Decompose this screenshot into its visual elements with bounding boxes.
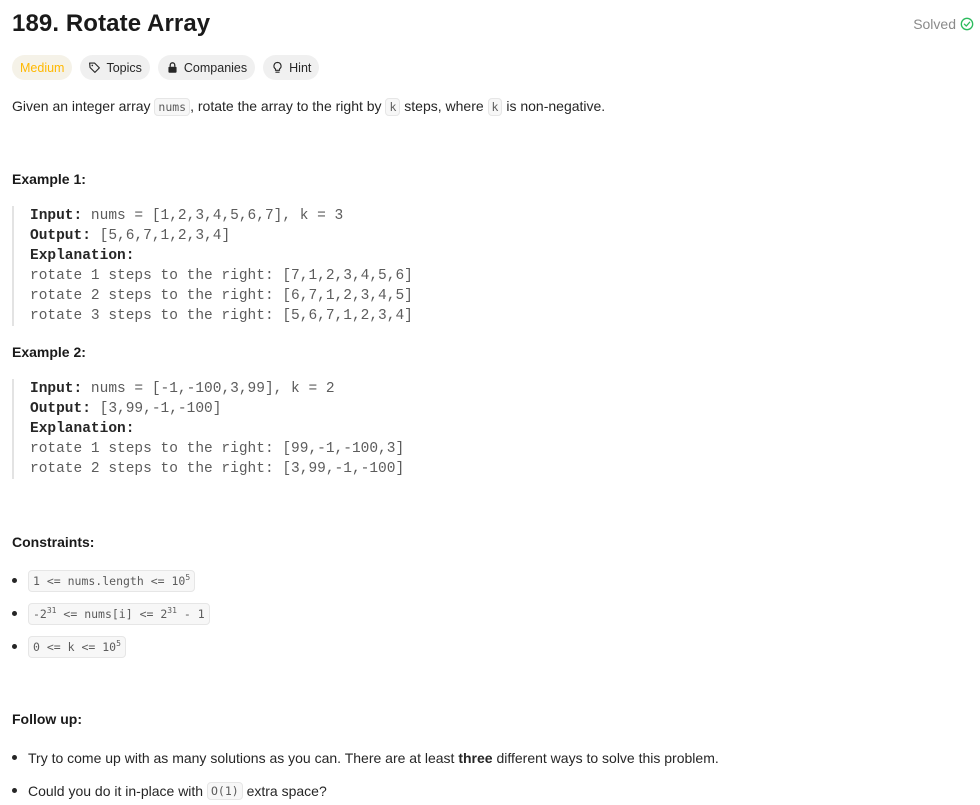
tag-icon xyxy=(89,62,101,73)
tag-bar: Medium Topics Companies Hint xyxy=(12,55,320,80)
example-2-block: Input: nums = [-1,-100,3,99], k = 2 Outpu… xyxy=(12,379,404,479)
topics-label: Topics xyxy=(106,60,142,75)
example-1-output: Output: [5,6,7,1,2,3,4] xyxy=(30,228,231,244)
constraint-code: -231 <= nums[i] <= 231 - 1 xyxy=(28,602,210,625)
example-1-block: Input: nums = [1,2,3,4,5,6,7], k = 3 Outp… xyxy=(12,206,413,326)
inline-code-k: k xyxy=(487,98,503,116)
statement-text: is non-negative. xyxy=(502,98,606,114)
hint-label: Hint xyxy=(289,60,312,75)
example-2-title: Example 2: xyxy=(12,344,86,360)
constraints-title: Constraints: xyxy=(12,534,95,550)
constraint-item: 0 <= k <= 105 xyxy=(12,630,210,663)
inline-code-nums: nums xyxy=(154,98,191,116)
lightbulb-icon xyxy=(273,61,282,73)
example-1-explanation-label: Explanation: xyxy=(30,248,135,264)
companies-label: Companies xyxy=(183,60,248,75)
example-2-explanation-label: Explanation: xyxy=(30,421,135,437)
solved-label: Solved xyxy=(913,16,956,32)
example-1-title: Example 1: xyxy=(12,171,86,187)
constraints-list: 1 <= nums.length <= 105 -231 <= nums[i] … xyxy=(12,564,210,663)
followup-title: Follow up: xyxy=(12,711,82,727)
example-1-line: rotate 2 steps to the right: [6,7,1,2,3,… xyxy=(30,288,413,304)
inline-code-k: k xyxy=(385,98,401,116)
example-1-line: rotate 3 steps to the right: [5,6,7,1,2,… xyxy=(30,308,413,324)
difficulty-badge: Medium xyxy=(12,55,73,80)
example-2-input: Input: nums = [-1,-100,3,99], k = 2 xyxy=(30,381,335,397)
problem-description-panel: 189. Rotate Array Solved Medium Topics C… xyxy=(0,0,980,805)
solved-status: Solved xyxy=(913,16,974,32)
statement-text: Given an integer array xyxy=(12,98,155,114)
followup-item: Try to come up with as many solutions as… xyxy=(12,741,719,774)
inline-code-o1: O(1) xyxy=(207,781,243,800)
followup-item: Could you do it in-place with O(1) extra… xyxy=(12,774,719,805)
example-1-line: rotate 1 steps to the right: [7,1,2,3,4,… xyxy=(30,268,413,284)
difficulty-label: Medium xyxy=(20,60,65,75)
example-2-line: rotate 2 steps to the right: [3,99,-1,-1… xyxy=(30,461,405,477)
lock-icon xyxy=(168,62,177,73)
topics-button[interactable]: Topics xyxy=(80,55,150,80)
constraint-item: 1 <= nums.length <= 105 xyxy=(12,564,210,597)
example-2-line: rotate 1 steps to the right: [99,-1,-100… xyxy=(30,441,405,457)
companies-button[interactable]: Companies xyxy=(157,55,256,80)
example-2-output: Output: [3,99,-1,-100] xyxy=(30,401,222,417)
problem-statement: Given an integer array nums, rotate the … xyxy=(12,96,972,117)
check-circle-icon xyxy=(960,17,974,31)
followup-list: Try to come up with as many solutions as… xyxy=(12,741,719,805)
example-1-input: Input: nums = [1,2,3,4,5,6,7], k = 3 xyxy=(30,208,344,224)
problem-title[interactable]: 189. Rotate Array xyxy=(12,10,210,38)
constraint-item: -231 <= nums[i] <= 231 - 1 xyxy=(12,597,210,630)
constraint-code: 0 <= k <= 105 xyxy=(28,635,126,658)
constraint-code: 1 <= nums.length <= 105 xyxy=(28,569,196,592)
statement-text: steps, where xyxy=(400,98,488,114)
hint-button[interactable]: Hint xyxy=(263,55,320,80)
statement-text: , rotate the array to the right by xyxy=(190,98,386,114)
